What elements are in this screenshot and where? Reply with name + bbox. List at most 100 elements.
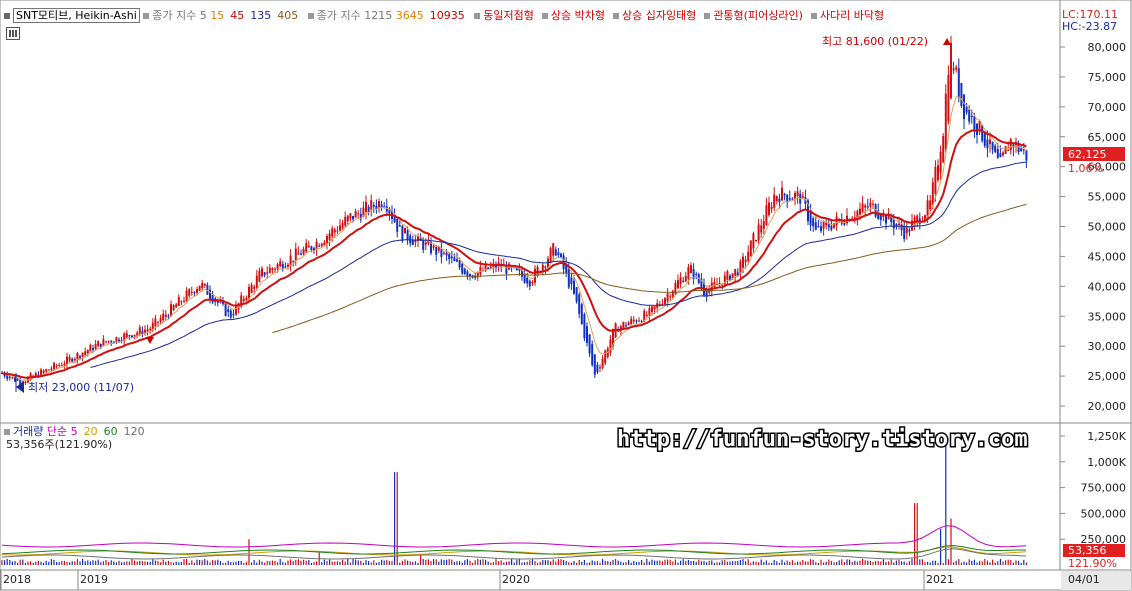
candle-body	[625, 325, 627, 327]
candle-body	[198, 285, 201, 291]
candle-body	[791, 198, 794, 200]
candle-body	[398, 225, 401, 227]
candle-body	[133, 334, 136, 337]
ma-value-1: 45	[230, 9, 245, 22]
candle-body	[752, 233, 755, 249]
candle-body	[770, 206, 773, 209]
candle-body	[999, 153, 1002, 158]
candle-body	[157, 321, 159, 323]
candle-body	[601, 358, 604, 368]
time-label: 2021	[926, 573, 954, 586]
ma2-value-1: 10935	[429, 9, 465, 22]
ma-value-3: 405	[277, 9, 299, 22]
candle-body	[341, 223, 344, 229]
candle-body	[734, 269, 737, 276]
checkbox-icon[interactable]	[4, 12, 10, 19]
checkbox-icon[interactable]	[4, 428, 10, 435]
candle-body	[453, 257, 456, 262]
candle-body	[963, 94, 965, 120]
candle-body	[245, 297, 248, 300]
candle-body	[188, 289, 191, 296]
candle-body	[713, 282, 716, 287]
candle-body	[34, 372, 37, 377]
candle-body	[300, 253, 302, 255]
candle-body	[588, 334, 591, 354]
candle-body	[310, 246, 313, 250]
candle-body	[92, 348, 94, 350]
candle-body	[456, 259, 458, 262]
candle-body	[315, 242, 318, 250]
candle-body	[630, 318, 633, 324]
ticker-label[interactable]: SNT모티브, Heikin-Ashi	[13, 8, 140, 23]
candle-body	[268, 267, 271, 274]
candle-body	[294, 248, 297, 261]
candle-body	[627, 322, 630, 326]
candle-body	[991, 141, 994, 150]
candle-body	[788, 198, 791, 200]
candle-body	[58, 364, 61, 366]
price-tick-label: 40,000	[1088, 280, 1127, 293]
candle-body	[203, 283, 206, 286]
candle-body	[973, 116, 976, 132]
candle-body	[89, 344, 92, 352]
candle-body	[167, 315, 170, 317]
candle-body	[45, 369, 48, 372]
candle-body	[781, 187, 783, 201]
checkbox-icon[interactable]	[810, 12, 817, 19]
candle-body	[229, 310, 232, 318]
candle-body	[344, 216, 347, 226]
candle-body	[822, 222, 825, 229]
candle-body	[861, 203, 864, 212]
candle-body	[170, 304, 172, 317]
hc-label: HC:-23.87	[1062, 20, 1118, 33]
watermark: http://funfun-story.tistory.com	[617, 427, 1028, 452]
candle-body	[227, 309, 230, 312]
candle-body	[60, 365, 63, 367]
candle-body	[744, 259, 747, 263]
ma2-value-0: 3645	[395, 9, 424, 22]
candle-body	[560, 253, 562, 258]
candle-body	[885, 215, 887, 224]
candle-body	[110, 341, 113, 343]
price-tick-label: 70,000	[1088, 101, 1127, 114]
candle-body	[531, 281, 534, 284]
checkbox-icon[interactable]	[541, 12, 548, 19]
candle-body	[209, 289, 211, 299]
candle-body	[986, 139, 989, 149]
candle-body	[957, 68, 960, 98]
candle-body	[144, 329, 146, 333]
candle-body	[172, 305, 175, 311]
candle-body	[827, 224, 830, 228]
candle-body	[281, 263, 284, 269]
checkbox-icon[interactable]	[143, 12, 150, 19]
price-tick-label: 75,000	[1088, 71, 1127, 84]
checkbox-icon[interactable]	[474, 12, 481, 19]
candle-body	[898, 223, 900, 225]
candle-body	[128, 335, 131, 337]
checkbox-icon[interactable]	[704, 12, 711, 19]
calculator-icon[interactable]	[6, 27, 20, 40]
checkbox-icon[interactable]	[612, 12, 619, 19]
candle-body	[955, 67, 958, 70]
candle-body	[320, 243, 323, 247]
candle-body	[929, 200, 932, 210]
candle-body	[115, 337, 118, 343]
candle-body	[817, 225, 820, 227]
candle-body	[463, 268, 466, 275]
candle-body	[224, 302, 227, 316]
current-price: 62,125	[1068, 148, 1107, 161]
candle-body	[900, 224, 903, 231]
candle-body	[118, 339, 120, 342]
ma-value-2: 135	[250, 9, 272, 22]
candle-body	[872, 203, 874, 205]
pattern-label: 동일저점형	[483, 9, 534, 22]
pattern-label: 상승 박차형	[550, 9, 605, 22]
volume-label: 거래량	[13, 425, 44, 438]
candle-body	[983, 133, 986, 147]
volume-current: 53,356주(121.90%)	[6, 438, 113, 451]
checkbox-icon[interactable]	[307, 12, 314, 19]
candle-body	[305, 243, 308, 252]
candle-body	[786, 194, 789, 202]
candle-body	[749, 240, 752, 257]
candle-body	[175, 304, 178, 308]
